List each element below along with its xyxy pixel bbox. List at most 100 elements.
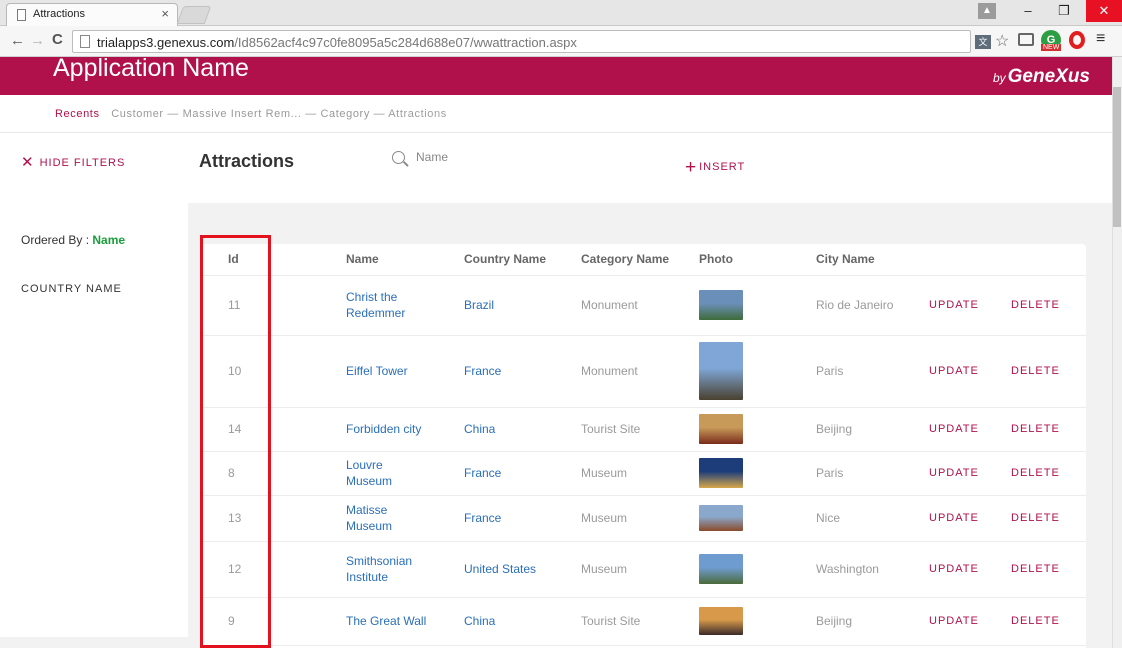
name-link[interactable]: Smithsonian Institute <box>346 541 464 598</box>
update-button[interactable]: UPDATE <box>929 407 1011 452</box>
country-link[interactable]: France <box>464 335 581 408</box>
attraction-photo <box>699 414 743 444</box>
close-icon: ✕ <box>21 154 35 171</box>
table-row: 12 Smithsonian Institute United States Muse… <box>202 541 1086 598</box>
breadcrumb-recents[interactable]: Recents <box>55 108 100 120</box>
delete-button[interactable]: DELETE <box>1011 335 1086 408</box>
app-header: Application Name by GeneXus <box>0 57 1112 95</box>
update-button[interactable]: UPDATE <box>929 495 1011 542</box>
bookmark-star-icon[interactable]: ☆ <box>995 31 1009 51</box>
browser-tab-bar: Attractions × ▲ – ❐ ✕ <box>0 0 1122 26</box>
name-link[interactable]: Forbidden city <box>346 407 464 452</box>
new-tab-button[interactable] <box>176 6 212 24</box>
page-viewport: Application Name by GeneXus Recents Custo… <box>0 57 1112 648</box>
country-link[interactable]: China <box>464 407 581 452</box>
name-link[interactable]: Eiffel Tower <box>346 335 464 408</box>
translate-icon[interactable]: 文 <box>975 35 991 49</box>
delete-button[interactable]: DELETE <box>1011 451 1086 496</box>
category-cell: Monument <box>581 335 699 408</box>
page-scrollbar[interactable] <box>1112 57 1122 648</box>
tab-close-icon[interactable]: × <box>161 6 169 21</box>
maximize-button[interactable]: ❐ <box>1046 0 1082 22</box>
page-toolbar: ✕ HIDE FILTERS Attractions +INSERT <box>0 133 1112 203</box>
name-link[interactable]: Christ the Redemmer <box>346 275 464 336</box>
country-link[interactable]: United States <box>464 541 581 598</box>
breadcrumb-bar: Recents Customer — Massive Insert Rem...… <box>0 95 1112 133</box>
category-cell: Tourist Site <box>581 407 699 452</box>
category-cell: Museum <box>581 495 699 542</box>
breadcrumb-trail[interactable]: Customer — Massive Insert Rem... — Categ… <box>111 108 385 120</box>
cast-icon[interactable] <box>1018 33 1034 46</box>
country-link[interactable]: France <box>464 495 581 542</box>
attraction-photo <box>699 554 743 584</box>
category-cell: Monument <box>581 275 699 336</box>
table-header: Id Name Country Name Category Name Photo… <box>202 244 1086 276</box>
plus-icon: + <box>685 157 698 178</box>
browser-tab[interactable]: Attractions × <box>6 3 178 26</box>
update-button[interactable]: UPDATE <box>929 597 1011 646</box>
ordered-by[interactable]: Ordered By : Name <box>21 233 125 247</box>
update-button[interactable]: UPDATE <box>929 335 1011 408</box>
table-row: 13 Matisse Museum France Museum Nice UPDATE DE… <box>202 495 1086 542</box>
photo-cell <box>699 495 816 542</box>
city-cell: Paris <box>816 451 929 496</box>
update-button[interactable]: UPDATE <box>929 451 1011 496</box>
attractions-table: Id Name Country Name Category Name Photo… <box>202 244 1086 646</box>
delete-button[interactable]: DELETE <box>1011 275 1086 336</box>
user-icon[interactable]: ▲ <box>978 3 996 19</box>
delete-button[interactable]: DELETE <box>1011 597 1086 646</box>
delete-button[interactable]: DELETE <box>1011 541 1086 598</box>
delete-button[interactable]: DELETE <box>1011 495 1086 542</box>
url-text: trialapps3.genexus.com/Id8562acf4c97c0fe… <box>97 35 577 50</box>
country-name-filter[interactable]: COUNTRY NAME <box>21 283 122 295</box>
category-cell: Museum <box>581 451 699 496</box>
forward-icon[interactable]: → <box>30 32 45 49</box>
search-icon <box>392 151 405 164</box>
name-link[interactable]: The Great Wall <box>346 597 464 646</box>
new-badge: NEW <box>1041 44 1062 51</box>
city-cell: Nice <box>816 495 929 542</box>
insert-button[interactable]: + INSERT <box>685 157 745 179</box>
brand-by: by <box>992 71 1006 85</box>
update-button[interactable]: UPDATE <box>929 541 1011 598</box>
city-cell: Beijing <box>816 407 929 452</box>
attraction-photo <box>699 505 743 531</box>
update-button[interactable]: UPDATE <box>929 275 1011 336</box>
table-body: 11 Christ the Redemmer Brazil Monument Rio d… <box>202 275 1086 646</box>
name-link[interactable]: Louvre Museum <box>346 451 464 496</box>
delete-button[interactable]: DELETE <box>1011 407 1086 452</box>
reload-icon[interactable]: C <box>52 31 63 48</box>
column-header-category[interactable]: Category Name <box>581 244 699 276</box>
browser-menu-icon[interactable]: ≡ <box>1096 30 1105 48</box>
country-link[interactable]: France <box>464 451 581 496</box>
page-icon <box>80 35 90 48</box>
scrollbar-thumb[interactable] <box>1113 87 1121 227</box>
table-row: 14 Forbidden city China Tourist Site Beijing… <box>202 407 1086 452</box>
app-name[interactable]: Application Name <box>53 57 249 83</box>
brand-name: GeneXus <box>1007 66 1090 87</box>
column-header-name[interactable]: Name <box>346 244 464 276</box>
tab-title: Attractions <box>33 8 85 20</box>
category-cell: Museum <box>581 541 699 598</box>
column-header-city[interactable]: City Name <box>816 244 929 276</box>
attraction-photo <box>699 458 743 488</box>
minimize-button[interactable]: – <box>1010 0 1046 22</box>
photo-cell <box>699 407 816 452</box>
column-header-country[interactable]: Country Name <box>464 244 581 276</box>
back-icon[interactable]: ← <box>10 32 25 49</box>
city-cell: Rio de Janeiro <box>816 275 929 336</box>
name-link[interactable]: Matisse Museum <box>346 495 464 542</box>
column-header-photo: Photo <box>699 244 816 276</box>
city-cell: Washington <box>816 541 929 598</box>
address-bar[interactable]: trialapps3.genexus.com/Id8562acf4c97c0fe… <box>72 30 971 53</box>
country-link[interactable]: China <box>464 597 581 646</box>
close-window-button[interactable]: ✕ <box>1086 0 1122 22</box>
search-input[interactable] <box>416 148 616 166</box>
opera-icon[interactable] <box>1069 31 1085 49</box>
hide-filters-button[interactable]: ✕ HIDE FILTERS <box>21 153 125 171</box>
ordered-by-value: Name <box>92 233 126 247</box>
photo-cell <box>699 451 816 496</box>
url-path: /Id8562acf4c97c0fe8095a5c284d688e07/wwat… <box>234 35 577 50</box>
column-header-delete <box>1011 244 1086 276</box>
country-link[interactable]: Brazil <box>464 275 581 336</box>
